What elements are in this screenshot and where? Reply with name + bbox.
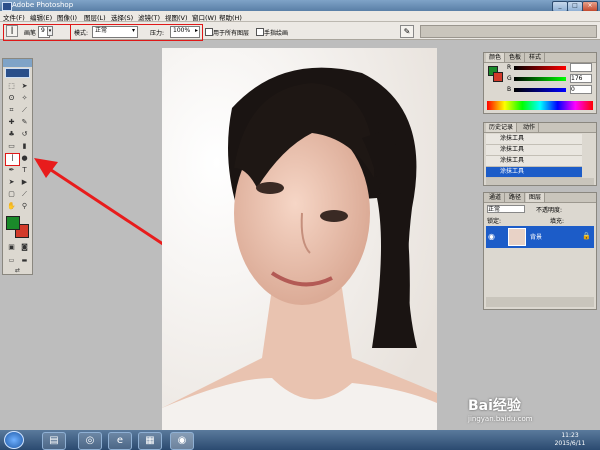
channel-r-value[interactable] bbox=[570, 63, 592, 72]
palette-well[interactable] bbox=[420, 25, 597, 38]
watermark: Bai经验 jingyan.baidu.com bbox=[468, 395, 598, 429]
start-button[interactable] bbox=[4, 431, 24, 449]
tab-paths[interactable]: 路径 bbox=[506, 193, 526, 202]
all-layers-label: 用于所有图层 bbox=[213, 30, 250, 37]
channel-g-value[interactable]: 176 bbox=[570, 74, 592, 83]
tab-swatches[interactable]: 色板 bbox=[506, 53, 526, 62]
menu-filter[interactable]: 滤镜(T) bbox=[138, 12, 160, 22]
menu-image[interactable]: 图像(I) bbox=[57, 12, 77, 22]
healing-brush-tool-icon[interactable]: ✚ bbox=[5, 117, 18, 128]
channel-g-label: G bbox=[507, 75, 512, 82]
menu-layer[interactable]: 图层(L) bbox=[84, 12, 106, 22]
tab-layers[interactable]: 图层 bbox=[526, 193, 546, 202]
toolbox-titlebar[interactable] bbox=[3, 59, 32, 67]
finger-paint-checkbox[interactable] bbox=[256, 28, 264, 36]
watermark-url: jingyan.baidu.com bbox=[468, 415, 533, 423]
color-spectrum-bar[interactable] bbox=[487, 101, 593, 110]
history-item-selected[interactable]: 涂抹工具 bbox=[486, 167, 582, 178]
color-panel-tabs: 颜色 色板 样式 bbox=[484, 53, 596, 63]
layer-name: 背景 bbox=[530, 234, 543, 241]
portrait-photo bbox=[162, 48, 437, 431]
color-panel-background-swatch[interactable] bbox=[493, 72, 503, 82]
layer-thumbnail bbox=[508, 228, 526, 246]
tab-actions[interactable]: 动作 bbox=[520, 123, 540, 132]
opacity-label: 不透明度: bbox=[536, 207, 563, 214]
layers-footer-buttons bbox=[486, 297, 594, 307]
title-bar: Adobe Photoshop _ □ × bbox=[0, 0, 600, 12]
network-icon[interactable]: ▦ bbox=[138, 432, 162, 450]
adobe-logo-icon[interactable] bbox=[5, 68, 30, 78]
all-layers-checkbox[interactable] bbox=[205, 28, 213, 36]
crop-tool-icon[interactable]: ⌗ bbox=[5, 105, 18, 116]
options-bar: ꟾ 画笔 9 ▾ 模式: 正常 ▾ 压力: 100% ▸ 用于所有图层 手指绘画 ✎ bbox=[0, 22, 600, 41]
watermark-brand: Bai经验 bbox=[468, 398, 521, 414]
channel-g-slider[interactable] bbox=[514, 77, 566, 81]
menu-file[interactable]: 文件(F) bbox=[3, 12, 25, 22]
tab-channels[interactable]: 通道 bbox=[486, 193, 506, 202]
history-footer bbox=[486, 178, 594, 185]
channel-b-label: B bbox=[507, 86, 512, 93]
lock-icon: 🔒 bbox=[582, 232, 591, 240]
channel-r-label: R bbox=[507, 64, 512, 71]
clock-time: 11:23 bbox=[561, 432, 579, 439]
history-item[interactable]: 涂抹工具 bbox=[486, 145, 582, 156]
path-selection-tool-icon[interactable]: ➤ bbox=[5, 177, 18, 188]
clock-date: 2015/6/11 bbox=[554, 440, 586, 447]
marquee-tool-icon[interactable]: ⬚ bbox=[5, 81, 18, 92]
slice-tool-icon[interactable]: ⟋ bbox=[18, 105, 31, 116]
palette-well-icon[interactable]: ✎ bbox=[400, 25, 414, 38]
finger-paint-label: 手指绘画 bbox=[264, 30, 289, 37]
hand-tool-icon[interactable]: ✋ bbox=[5, 201, 18, 212]
menu-bar: 文件(F) 编辑(E) 图像(I) 图层(L) 选择(S) 滤镜(T) 视图(V… bbox=[0, 11, 600, 22]
photoshop-icon bbox=[2, 2, 12, 11]
eraser-tool-icon[interactable]: ▭ bbox=[5, 141, 18, 152]
pen-tool-icon[interactable]: ✒ bbox=[5, 165, 18, 176]
channel-b-value[interactable]: 0 bbox=[570, 85, 592, 94]
menu-window[interactable]: 窗口(W) bbox=[192, 12, 217, 22]
photoshop-task-icon[interactable]: ◉ bbox=[170, 432, 194, 450]
tab-styles[interactable]: 样式 bbox=[526, 53, 546, 62]
annotation-box-brush bbox=[3, 24, 71, 41]
jump-to-imageready-icon[interactable]: ⇄ bbox=[11, 265, 24, 276]
explorer-icon[interactable]: ▤ bbox=[42, 432, 66, 450]
toolbox: ⬚ ➤ ʘ ✧ ⌗ ⟋ ✚ ✎ ♣ ↺ ▭ ▮ ꟾ ● ✒ T ➤ ▶ ▢ ⟋ … bbox=[2, 58, 33, 275]
clock[interactable]: 11:23 2015/6/11 bbox=[549, 432, 591, 448]
history-item[interactable]: 涂抹工具 bbox=[486, 156, 582, 167]
standard-mode-icon[interactable]: ▣ bbox=[5, 242, 18, 253]
foreground-color-swatch[interactable] bbox=[6, 216, 20, 230]
menu-help[interactable]: 帮助(H) bbox=[219, 12, 242, 22]
document-canvas[interactable] bbox=[162, 48, 437, 431]
clone-stamp-tool-icon[interactable]: ♣ bbox=[5, 129, 18, 140]
menu-edit[interactable]: 编辑(E) bbox=[30, 12, 52, 22]
channel-b-slider[interactable] bbox=[514, 88, 566, 92]
history-brush-tool-icon[interactable]: ↺ bbox=[18, 129, 31, 140]
layers-panel-tabs: 通道 路径 图层 bbox=[484, 193, 596, 203]
media-player-icon[interactable]: ◎ bbox=[78, 432, 102, 450]
brush-tool-icon[interactable]: ✎ bbox=[18, 117, 31, 128]
layer-row-background[interactable]: ◉ 背景 🔒 bbox=[486, 226, 594, 248]
annotation-box-mode-pressure bbox=[70, 24, 203, 41]
history-panel-tabs: 历史记录 动作 bbox=[484, 123, 596, 133]
tab-history[interactable]: 历史记录 bbox=[486, 123, 518, 132]
move-tool-icon[interactable]: ➤ bbox=[18, 81, 31, 92]
layers-panel: 通道 路径 图层 正常 不透明度: 锁定: 填充: ◉ 背景 🔒 bbox=[483, 192, 597, 310]
tab-color[interactable]: 颜色 bbox=[486, 53, 506, 62]
taskbar: ▤ ◎ e ▦ ◉ 11:23 2015/6/11 bbox=[0, 430, 600, 450]
ie-icon[interactable]: e bbox=[108, 432, 132, 450]
history-panel: 历史记录 动作 涂抹工具 涂抹工具 涂抹工具 涂抹工具 bbox=[483, 122, 597, 186]
app-title: Adobe Photoshop bbox=[12, 1, 74, 9]
notes-tool-icon[interactable]: ▢ bbox=[5, 189, 18, 200]
channel-r-slider[interactable] bbox=[514, 66, 566, 70]
blend-mode-select[interactable]: 正常 bbox=[487, 205, 525, 213]
color-panel: 颜色 色板 样式 R G 176 B 0 bbox=[483, 52, 597, 114]
eye-icon[interactable]: ◉ bbox=[488, 232, 495, 241]
history-item[interactable]: 涂抹工具 bbox=[486, 134, 582, 145]
lasso-tool-icon[interactable]: ʘ bbox=[5, 93, 18, 104]
fill-label: 填充: bbox=[550, 218, 565, 225]
magic-wand-tool-icon[interactable]: ✧ bbox=[18, 93, 31, 104]
lock-label: 锁定: bbox=[487, 218, 502, 225]
annotation-arrow bbox=[34, 158, 176, 254]
menu-select[interactable]: 选择(S) bbox=[111, 12, 133, 22]
menu-view[interactable]: 视图(V) bbox=[165, 12, 188, 22]
